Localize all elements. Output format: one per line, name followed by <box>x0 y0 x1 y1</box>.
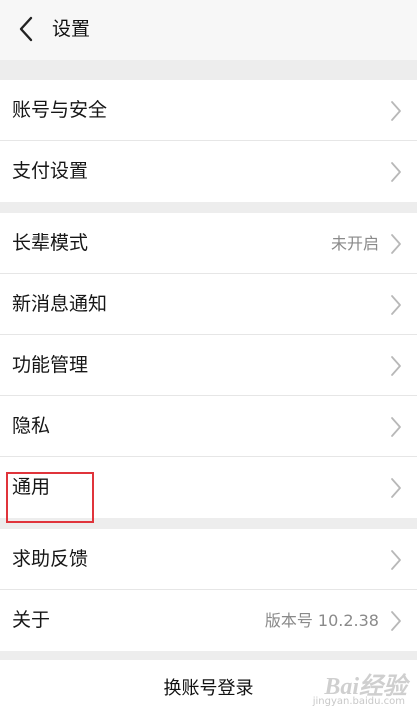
row-value: 未开启 <box>330 234 379 253</box>
row-label: 功能管理 <box>12 354 89 376</box>
account-group: 账号与安全 支付设置 <box>0 80 417 202</box>
chevron-right-icon <box>391 611 401 631</box>
settings-row-general[interactable]: 通用 <box>0 457 417 518</box>
chevron-right-icon <box>391 417 401 437</box>
settings-row-about[interactable]: 关于 版本号 10.2.38 <box>0 590 417 651</box>
chevron-right-icon <box>391 162 401 182</box>
header-bar: 设置 <box>0 0 417 60</box>
row-label: 账号与安全 <box>12 99 108 121</box>
watermark-url: jingyan.baidu.com <box>312 696 405 707</box>
settings-row-notifications[interactable]: 新消息通知 <box>0 274 417 335</box>
chevron-right-icon <box>391 478 401 498</box>
chevron-right-icon <box>391 550 401 570</box>
row-label: 新消息通知 <box>12 293 108 315</box>
settings-row-privacy[interactable]: 隐私 <box>0 396 417 457</box>
settings-row-help-feedback[interactable]: 求助反馈 <box>0 529 417 590</box>
row-label: 关于 <box>12 609 51 631</box>
chevron-right-icon <box>391 101 401 121</box>
settings-group: 长辈模式 未开启 新消息通知 功能管理 隐私 通用 <box>0 213 417 518</box>
about-group: 求助反馈 关于 版本号 10.2.38 <box>0 529 417 651</box>
row-label: 隐私 <box>12 415 51 437</box>
chevron-right-icon <box>391 295 401 315</box>
row-label: 长辈模式 <box>12 232 89 254</box>
chevron-left-icon <box>19 16 33 42</box>
row-label: 求助反馈 <box>12 548 89 570</box>
settings-row-account-security[interactable]: 账号与安全 <box>0 80 417 141</box>
chevron-right-icon <box>391 356 401 376</box>
baidu-jingyan-watermark: Bai经验 jingyan.baidu.com <box>289 662 409 712</box>
chevron-right-icon <box>391 234 401 254</box>
row-label: 通用 <box>12 476 51 498</box>
back-button[interactable] <box>14 14 38 44</box>
settings-row-elder-mode[interactable]: 长辈模式 未开启 <box>0 213 417 274</box>
version-value: 版本号 10.2.38 <box>264 611 379 630</box>
row-label: 支付设置 <box>12 160 89 182</box>
settings-row-features[interactable]: 功能管理 <box>0 335 417 396</box>
settings-row-payment[interactable]: 支付设置 <box>0 141 417 202</box>
page-title: 设置 <box>52 18 91 40</box>
